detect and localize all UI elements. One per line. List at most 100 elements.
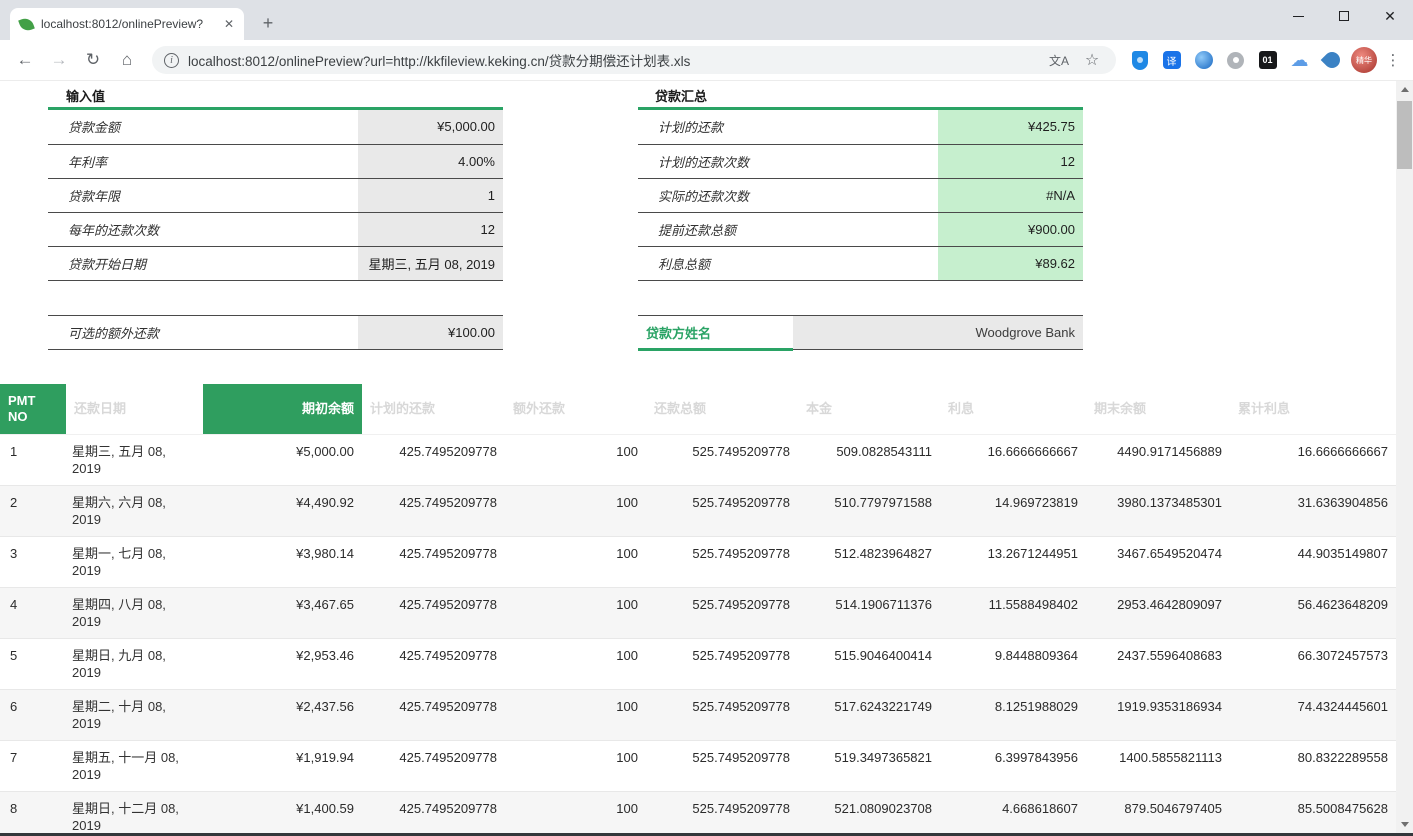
minimize-button[interactable]	[1275, 0, 1321, 32]
schedule-cell: 509.0828543111	[798, 434, 940, 485]
schedule-cell: ¥1,400.59	[203, 791, 362, 833]
kv-row: 贷款金额¥5,000.00	[48, 110, 503, 144]
translate-extension-icon[interactable]: 译	[1162, 51, 1181, 70]
extra-payment-table: 可选的额外还款 ¥100.00	[48, 315, 503, 350]
home-button[interactable]: ⌂	[113, 46, 141, 74]
schedule-cell: 5	[0, 638, 66, 689]
schedule-cell: 74.4324445601	[1230, 689, 1396, 740]
scrollbar-up-button[interactable]	[1396, 81, 1413, 98]
onetab-extension-icon[interactable]: 01	[1258, 51, 1277, 70]
bird-shape	[1320, 49, 1343, 72]
schedule-cell: 1919.9353186934	[1086, 689, 1230, 740]
schedule-cell: 512.4823964827	[798, 536, 940, 587]
kv-value: 星期三, 五月 08, 2019	[358, 246, 503, 280]
new-tab-button[interactable]: +	[256, 12, 280, 36]
kv-value: #N/A	[938, 178, 1083, 212]
minimize-icon	[1293, 16, 1304, 17]
schedule-cell: ¥2,953.46	[203, 638, 362, 689]
schedule-header-extra-payment: 额外还款	[505, 384, 646, 434]
scrollbar-down-button[interactable]	[1396, 816, 1413, 833]
profile-avatar[interactable]: 精华	[1351, 47, 1377, 73]
schedule-header-interest: 利息	[940, 384, 1086, 434]
schedule-cell: 425.7495209778	[362, 587, 505, 638]
back-button[interactable]: ←	[11, 46, 39, 74]
cloud-extension-icon[interactable]: ☁	[1290, 51, 1309, 70]
schedule-cell: 525.7495209778	[646, 638, 798, 689]
schedule-cell: 425.7495209778	[362, 536, 505, 587]
kv-label: 实际的还款次数	[638, 178, 938, 212]
bird-extension-icon[interactable]	[1322, 51, 1341, 70]
schedule-cell: ¥2,437.56	[203, 689, 362, 740]
schedule-cell: 星期日, 十二月 08, 2019	[66, 791, 203, 833]
kv-label: 利息总额	[638, 246, 938, 280]
schedule-cell: 80.8322289558	[1230, 740, 1396, 791]
url-text: localhost:8012/onlinePreview?url=http://…	[188, 50, 1038, 70]
schedule-cell: 6	[0, 689, 66, 740]
schedule-cell: 4490.9171456889	[1086, 434, 1230, 485]
schedule-cell: 3	[0, 536, 66, 587]
titlebar: localhost:8012/onlinePreview? ✕ + ✕	[0, 0, 1413, 40]
address-bar[interactable]: i localhost:8012/onlinePreview?url=http:…	[152, 46, 1116, 74]
kv-value: ¥425.75	[938, 110, 1083, 144]
kv-row: 贷款年限1	[48, 178, 503, 212]
schedule-cell: 100	[505, 638, 646, 689]
window-controls: ✕	[1275, 0, 1413, 32]
site-info-icon[interactable]: i	[164, 53, 179, 68]
schedule-cell: 14.969723819	[940, 485, 1086, 536]
orbit-extension-icon[interactable]	[1194, 51, 1213, 70]
schedule-cell: 525.7495209778	[646, 791, 798, 833]
schedule-header-row: PMT NO 还款日期 期初余额 计划的还款 额外还款 还款总额 本金 利息 期…	[0, 384, 1396, 434]
schedule-row: 4星期四, 八月 08, 2019¥3,467.65425.7495209778…	[0, 587, 1396, 638]
kv-label: 贷款金额	[48, 110, 358, 144]
schedule-cell: 13.2671244951	[940, 536, 1086, 587]
schedule-cell: 3980.1373485301	[1086, 485, 1230, 536]
translate-icon[interactable]: 文A	[1047, 48, 1071, 72]
scrollbar-thumb[interactable]	[1397, 101, 1412, 169]
schedule-cell: 4.668618607	[940, 791, 1086, 833]
extra-payment-label: 可选的额外还款	[48, 316, 358, 350]
close-button[interactable]: ✕	[1367, 0, 1413, 32]
cloud-glyph: ☁	[1291, 51, 1309, 69]
extensions-strip: 译 01 ☁	[1124, 51, 1347, 70]
kv-label: 提前还款总额	[638, 212, 938, 246]
schedule-cell: 100	[505, 485, 646, 536]
maximize-button[interactable]	[1321, 0, 1367, 32]
gray-circle	[1227, 52, 1244, 69]
orbit-circle	[1195, 51, 1213, 69]
schedule-cell: 星期二, 十月 08, 2019	[66, 689, 203, 740]
schedule-cell: 9.8448809364	[940, 638, 1086, 689]
schedule-cell: 525.7495209778	[646, 689, 798, 740]
vertical-scrollbar[interactable]	[1396, 81, 1413, 833]
kv-row: 年利率4.00%	[48, 144, 503, 178]
gray-extension-icon[interactable]	[1226, 51, 1245, 70]
input-section-title: 输入值	[66, 86, 105, 105]
schedule-cell: 星期六, 六月 08, 2019	[66, 485, 203, 536]
kv-label: 计划的还款次数	[638, 144, 938, 178]
kv-row: 利息总额¥89.62	[638, 246, 1083, 280]
schedule-row: 2星期六, 六月 08, 2019¥4,490.92425.7495209778…	[0, 485, 1396, 536]
translate-extension-glyph: 译	[1163, 51, 1181, 69]
scrollbar-down-icon	[1401, 822, 1409, 827]
tab-close-icon[interactable]: ✕	[224, 18, 234, 30]
schedule-cell: 100	[505, 536, 646, 587]
schedule-header-date: 还款日期	[66, 384, 203, 434]
schedule-cell: 星期四, 八月 08, 2019	[66, 587, 203, 638]
browser-tab[interactable]: localhost:8012/onlinePreview? ✕	[10, 8, 244, 40]
schedule-header-pmt-no: PMT NO	[0, 384, 66, 434]
browser-menu-icon[interactable]: ⋮	[1381, 48, 1405, 72]
schedule-cell: 8	[0, 791, 66, 833]
bookmark-star-icon[interactable]: ☆	[1080, 48, 1104, 72]
schedule-cell: 100	[505, 791, 646, 833]
kv-value: 12	[358, 212, 503, 246]
schedule-header-cumulative-interest: 累计利息	[1230, 384, 1396, 434]
kv-value: ¥900.00	[938, 212, 1083, 246]
shield-shape	[1132, 51, 1148, 70]
shield-extension-icon[interactable]	[1130, 51, 1149, 70]
browser-toolbar: ← → ↻ ⌂ i localhost:8012/onlinePreview?u…	[0, 40, 1413, 81]
summary-section-title: 贷款汇总	[655, 86, 707, 105]
browser-window: localhost:8012/onlinePreview? ✕ + ✕ ← → …	[0, 0, 1413, 836]
schedule-cell: 425.7495209778	[362, 689, 505, 740]
refresh-button[interactable]: ↻	[79, 46, 107, 74]
forward-button[interactable]: →	[45, 46, 73, 74]
kv-value: 4.00%	[358, 144, 503, 178]
